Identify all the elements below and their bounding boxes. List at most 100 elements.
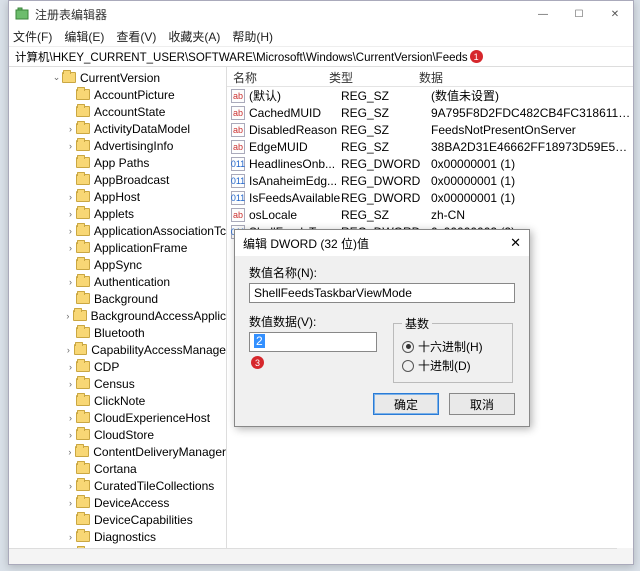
value-row[interactable]: ab(默认)REG_SZ(数值未设置) [227,87,633,104]
cancel-button[interactable]: 取消 [449,393,515,415]
value-row[interactable]: abosLocaleREG_SZzh-CN [227,206,633,223]
tree-node[interactable]: App Paths [9,154,226,171]
tree-node[interactable]: ›Authentication [9,273,226,290]
registry-tree[interactable]: ⌄CurrentVersion AccountPictureAccountStat… [9,67,227,564]
tree-label: ApplicationFrame [94,241,187,255]
tree-node[interactable]: ›BackgroundAccessApplic [9,307,226,324]
tree-node[interactable]: AppSync [9,256,226,273]
tree-node[interactable]: ›Applets [9,205,226,222]
caret-icon: › [63,311,74,321]
value-row[interactable]: 011HeadlinesOnb...REG_DWORD0x00000001 (1… [227,155,633,172]
caret-icon: › [65,413,76,423]
value-type: REG_DWORD [341,157,431,171]
folder-icon [76,293,90,304]
titlebar[interactable]: 注册表编辑器 — ☐ ✕ [9,1,633,27]
folder-icon [76,412,90,423]
value-row[interactable]: abEdgeMUIDREG_SZ38BA2D31E46662FF18973D59… [227,138,633,155]
value-name: HeadlinesOnb... [249,157,341,171]
value-name: (默认) [249,87,341,104]
tree-node[interactable]: ›CDP [9,358,226,375]
tree-node[interactable]: Cortana [9,460,226,477]
folder-icon [76,463,90,474]
menu-favorites[interactable]: 收藏夹(A) [168,28,220,45]
tree-node[interactable]: Bluetooth [9,324,226,341]
radio-dec[interactable]: 十进制(D) [402,357,504,374]
tree-node[interactable]: ›ApplicationFrame [9,239,226,256]
tree-node[interactable]: ›CloudStore [9,426,226,443]
value-row[interactable]: 011IsFeedsAvailableREG_DWORD0x00000001 (… [227,189,633,206]
menu-help[interactable]: 帮助(H) [232,28,273,45]
value-name: CachedMUID [249,106,341,120]
caret-icon: › [65,430,76,440]
value-row[interactable]: 011IsAnaheimEdg...REG_DWORD0x00000001 (1… [227,172,633,189]
tree-node[interactable]: ›ApplicationAssociationTc [9,222,226,239]
tree-node[interactable]: ›AppHost [9,188,226,205]
string-icon: ab [231,123,245,137]
radio-hex[interactable]: 十六进制(H) [402,338,504,355]
tree-label: CuratedTileCollections [94,479,214,493]
tree-label: CurrentVersion [80,71,160,85]
tree-node[interactable]: AccountState [9,103,226,120]
tree-node[interactable]: ›Census [9,375,226,392]
window-title: 注册表编辑器 [35,6,107,23]
tree-label: AppBroadcast [94,173,169,187]
caret-icon: › [64,447,75,457]
tree-node[interactable]: AccountPicture [9,86,226,103]
tree-node[interactable]: ›ActivityDataModel [9,120,226,137]
dword-icon: 011 [231,157,245,171]
dialog-close-icon[interactable]: ✕ [510,235,521,251]
tree-label: ContentDeliveryManager [93,445,226,459]
minimize-button[interactable]: — [525,1,561,27]
tree-label: ActivityDataModel [94,122,190,136]
value-data: FeedsNotPresentOnServer [431,123,633,137]
tree-node[interactable]: ›AdvertisingInfo [9,137,226,154]
tree-node[interactable]: › ContentDeliveryManager [9,443,226,460]
folder-icon [76,531,90,542]
value-data-field[interactable]: 2 [249,332,377,352]
col-type[interactable]: 类型 [323,67,413,86]
tree-node[interactable]: ›Diagnostics [9,528,226,545]
tree-label: Background [94,292,158,306]
value-type: REG_DWORD [341,174,431,188]
col-name[interactable]: 名称 [227,67,323,86]
tree-node[interactable]: ›DeviceAccess [9,494,226,511]
tree-label: AdvertisingInfo [94,139,173,153]
tree-label: Authentication [94,275,170,289]
tree-node[interactable]: ›CuratedTileCollections [9,477,226,494]
tree-node[interactable]: ›CapabilityAccessManage [9,341,226,358]
caret-icon: › [65,379,76,389]
value-name: IsAnaheimEdg... [249,174,341,188]
maximize-button[interactable]: ☐ [561,1,597,27]
value-data: 0x00000001 (1) [431,174,633,188]
horizontal-scrollbar[interactable] [9,548,633,564]
tree-label: AppSync [94,258,142,272]
tree-node[interactable]: ⌄CurrentVersion [9,69,226,86]
ok-button[interactable]: 确定 [373,393,439,415]
tree-node[interactable]: ClickNote [9,392,226,409]
address-bar[interactable]: 计算机\HKEY_CURRENT_USER\SOFTWARE\Microsoft… [9,47,633,67]
base-fieldset: 基数 十六进制(H) 十进制(D) [393,315,513,383]
menu-view[interactable]: 查看(V) [116,28,156,45]
folder-icon [74,344,88,355]
tree-node[interactable]: AppBroadcast [9,171,226,188]
tree-node[interactable]: DeviceCapabilities [9,511,226,528]
close-button[interactable]: ✕ [597,1,633,27]
tree-label: DeviceCapabilities [94,513,193,527]
menu-edit[interactable]: 编辑(E) [64,28,104,45]
value-row[interactable]: abDisabledReasonREG_SZFeedsNotPresentOnS… [227,121,633,138]
dialog-titlebar[interactable]: 编辑 DWORD (32 位)值 ✕ [235,230,529,256]
tree-label: Diagnostics [94,530,156,544]
value-name-field[interactable] [249,283,515,303]
col-data[interactable]: 数据 [413,67,633,86]
tree-label: AccountPicture [94,88,175,102]
value-type: REG_SZ [341,123,431,137]
tree-node[interactable]: ›CloudExperienceHost [9,409,226,426]
value-type: REG_SZ [341,140,431,154]
menu-file[interactable]: 文件(F) [13,28,52,45]
callout-badge-3: 3 [251,356,264,369]
tree-node[interactable]: Background [9,290,226,307]
resize-grip[interactable] [617,548,633,564]
value-data: 38BA2D31E46662FF18973D59E52563FA [431,140,633,154]
tree-label: Bluetooth [94,326,145,340]
value-row[interactable]: abCachedMUIDREG_SZ9A795F8D2FDC482CB4FC31… [227,104,633,121]
